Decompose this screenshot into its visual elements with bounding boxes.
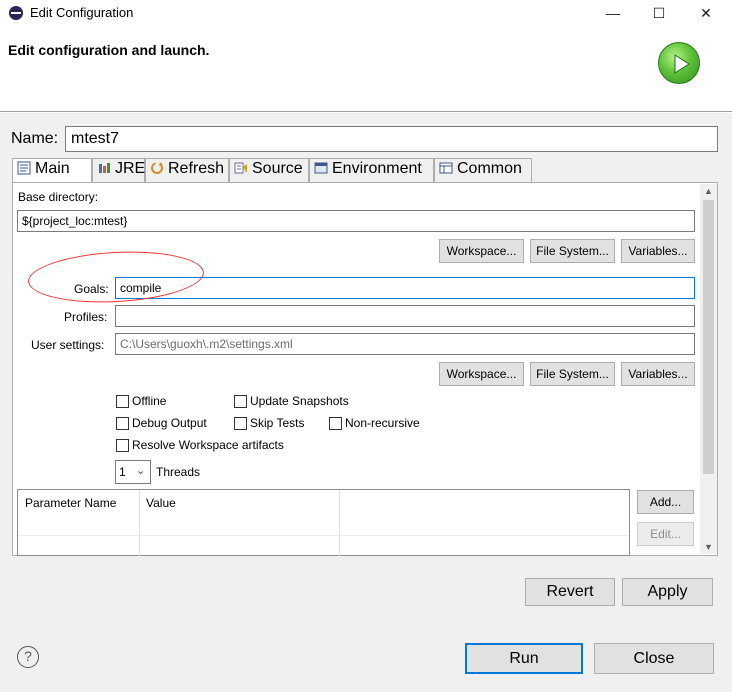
row-divider: [18, 535, 629, 536]
offline-label: Offline: [132, 394, 167, 408]
column-divider: [139, 490, 140, 557]
tab-environment[interactable]: Environment: [309, 158, 434, 182]
offline-checkbox[interactable]: [116, 395, 129, 408]
base-dir-filesystem-button[interactable]: File System...: [530, 239, 615, 263]
scrollbar-thumb[interactable]: [703, 200, 714, 474]
threads-select[interactable]: 1 ⌄: [115, 460, 151, 484]
skip-tests-label: Skip Tests: [250, 416, 305, 430]
run-button[interactable]: Run: [465, 643, 583, 674]
tab-refresh[interactable]: Refresh: [145, 158, 229, 182]
revert-button[interactable]: Revert: [525, 578, 615, 606]
edit-parameter-button[interactable]: Edit...: [637, 522, 694, 546]
resolve-workspace-label: Resolve Workspace artifacts: [132, 438, 284, 452]
skip-tests-checkbox[interactable]: [234, 417, 247, 430]
settings-variables-button[interactable]: Variables...: [621, 362, 695, 386]
tab-jre-label: JRE: [115, 160, 146, 177]
main-tab-icon: [17, 161, 31, 175]
base-dir-workspace-button[interactable]: Workspace...: [439, 239, 524, 263]
vertical-scrollbar[interactable]: ▲ ▼: [700, 184, 717, 554]
threads-value: 1: [119, 465, 126, 479]
scroll-down-icon[interactable]: ▼: [700, 540, 717, 554]
non-recursive-checkbox[interactable]: [329, 417, 342, 430]
name-label: Name:: [11, 130, 59, 147]
close-window-button[interactable]: ✕: [683, 0, 729, 26]
user-settings-input[interactable]: [115, 333, 695, 355]
goals-input[interactable]: [115, 277, 695, 299]
tab-main-label: Main: [35, 160, 70, 177]
dialog-heading: Edit configuration and launch.: [8, 42, 210, 58]
base-directory-label: Base directory:: [18, 190, 99, 204]
resolve-workspace-checkbox[interactable]: [116, 439, 129, 452]
base-directory-input[interactable]: [17, 210, 695, 232]
scroll-up-icon[interactable]: ▲: [700, 184, 717, 198]
tab-refresh-label: Refresh: [168, 160, 225, 177]
close-button[interactable]: Close: [594, 643, 714, 674]
chevron-down-icon: ⌄: [136, 465, 146, 477]
column-header-parameter-name[interactable]: Parameter Name: [18, 490, 139, 517]
settings-filesystem-button[interactable]: File System...: [530, 362, 615, 386]
common-icon: [439, 161, 453, 175]
run-icon: [658, 42, 700, 84]
parameters-table[interactable]: Parameter Name Value: [17, 489, 630, 557]
apply-button[interactable]: Apply: [622, 578, 713, 606]
user-settings-label: User settings:: [31, 338, 105, 352]
tab-common[interactable]: Common: [434, 158, 532, 182]
refresh-icon: [150, 161, 164, 175]
debug-output-label: Debug Output: [132, 416, 207, 430]
tab-source-label: Source: [252, 160, 303, 177]
window-title: Edit Configuration: [30, 5, 134, 20]
debug-output-checkbox[interactable]: [116, 417, 129, 430]
name-input[interactable]: [65, 126, 718, 152]
profiles-input[interactable]: [115, 305, 695, 327]
tab-common-label: Common: [457, 160, 522, 177]
settings-workspace-button[interactable]: Workspace...: [439, 362, 524, 386]
tab-environment-label: Environment: [332, 160, 422, 177]
help-icon[interactable]: ?: [17, 646, 39, 668]
column-divider: [339, 490, 340, 557]
jre-icon: [97, 161, 111, 175]
threads-label: Threads: [156, 465, 201, 479]
profiles-label: Profiles:: [64, 310, 108, 324]
eclipse-icon: [9, 6, 23, 20]
minimize-button[interactable]: —: [590, 0, 636, 26]
add-parameter-button[interactable]: Add...: [637, 490, 694, 514]
update-snapshots-checkbox[interactable]: [234, 395, 247, 408]
non-recursive-label: Non-recursive: [345, 416, 420, 430]
column-header-value[interactable]: Value: [139, 490, 339, 517]
tab-main[interactable]: Main: [12, 158, 92, 183]
title-bar: Edit Configuration — ☐ ✕: [0, 0, 732, 26]
tab-source[interactable]: Source: [229, 158, 309, 182]
tab-jre[interactable]: JRE: [92, 158, 145, 182]
environment-icon: [314, 161, 328, 175]
maximize-button[interactable]: ☐: [636, 0, 682, 26]
update-snapshots-label: Update Snapshots: [250, 394, 349, 408]
source-icon: [234, 161, 248, 175]
dialog-header: Edit configuration and launch.: [0, 26, 732, 112]
base-dir-variables-button[interactable]: Variables...: [621, 239, 695, 263]
